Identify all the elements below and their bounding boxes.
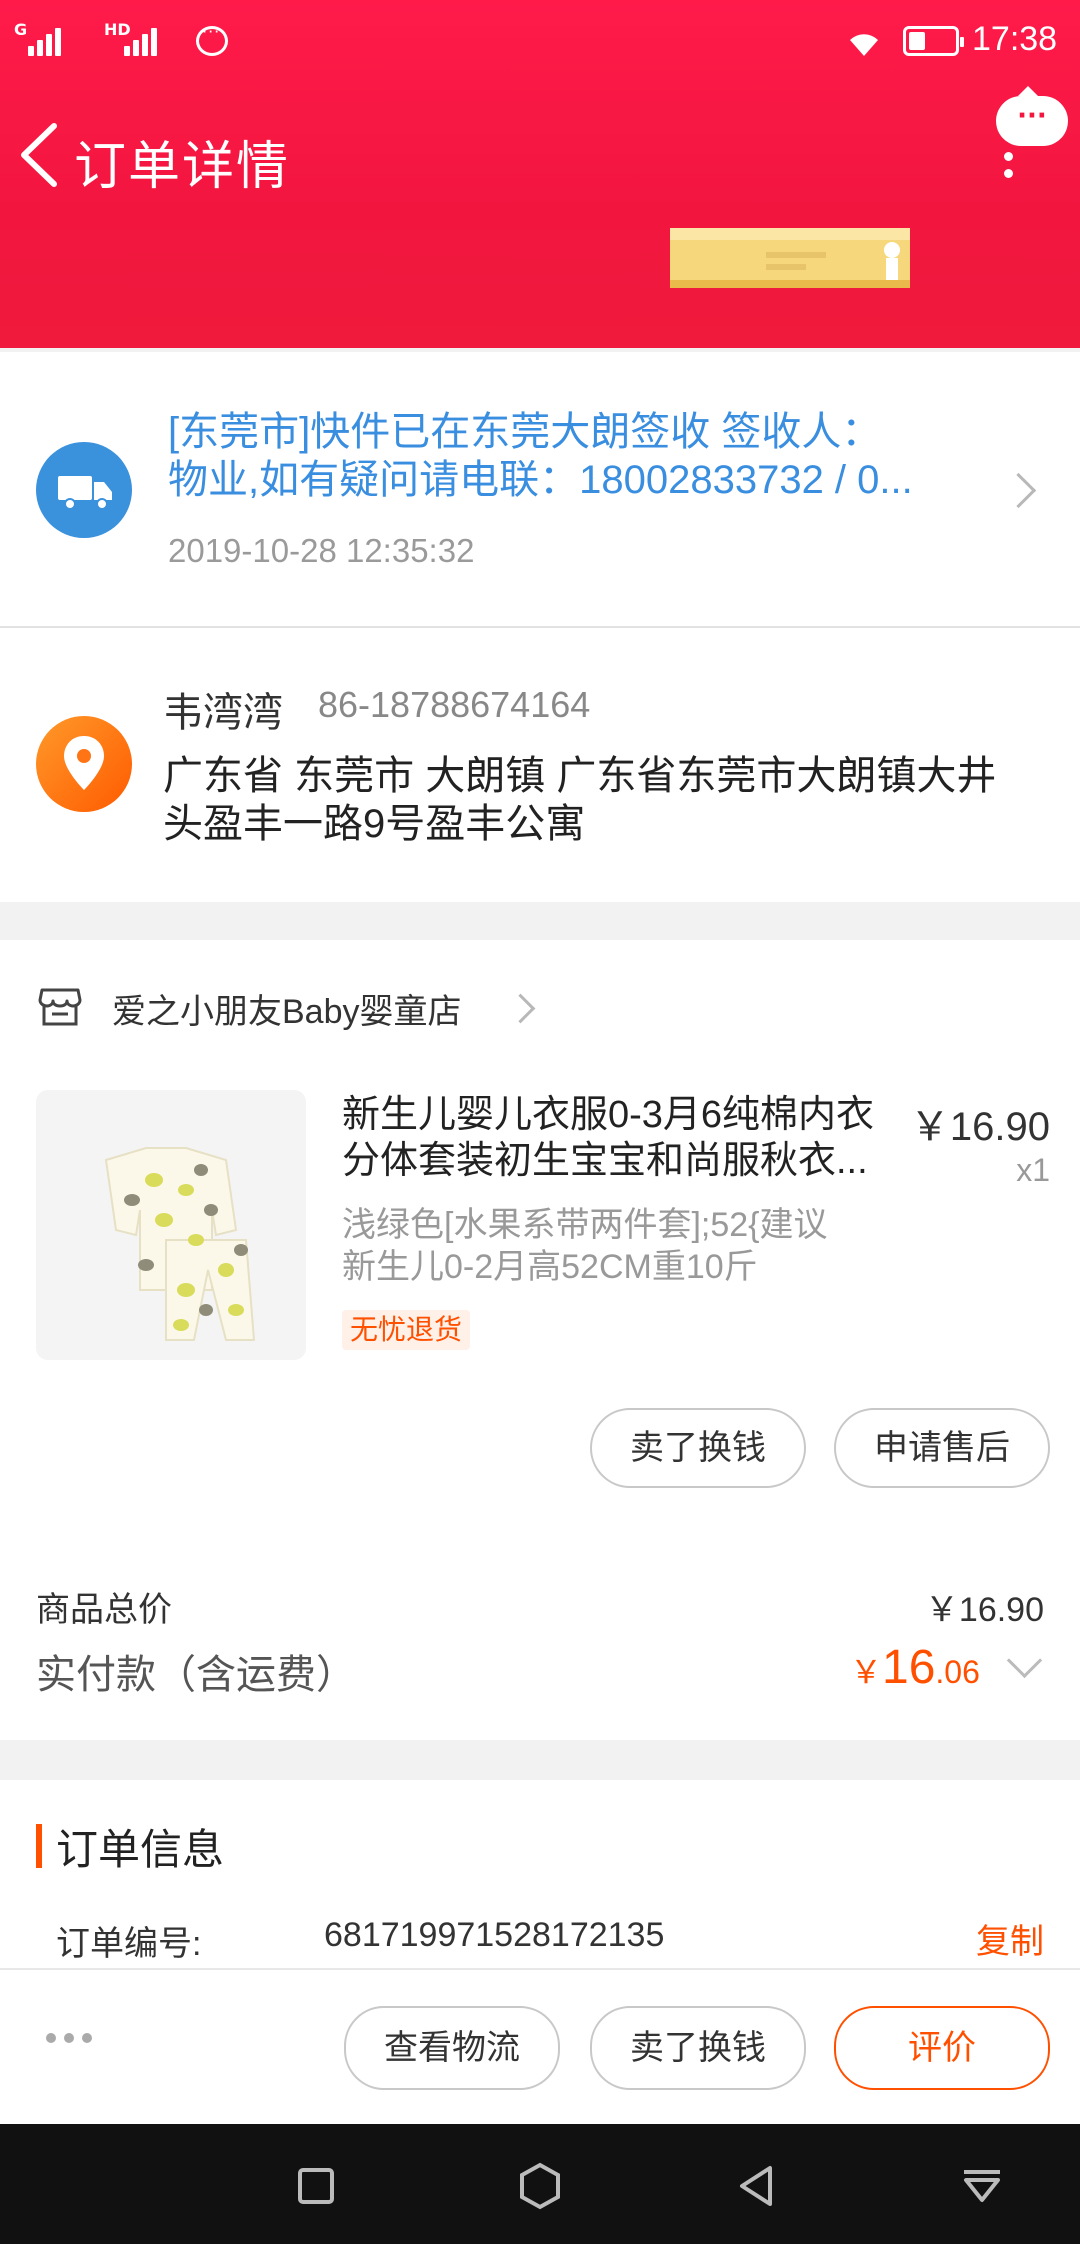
network-type-label-hd: HD [104,20,131,39]
sell-button[interactable]: 卖了换钱 [590,1408,806,1488]
logistics-message: [东莞市]快件已在东莞大朗签收 签收人： 物业,如有疑问请电联：18002833… [168,408,968,504]
message-icon [196,22,228,56]
paid-integer: 16 [882,1641,936,1694]
notification-pull-icon[interactable] [960,2166,1004,2206]
paid-currency: ￥ [850,1654,883,1690]
signal-icon: G [14,20,66,56]
page-title: 订单详情 [74,138,291,196]
chevron-right-icon [505,993,536,1024]
header: G HD 17:38 订单详情 ··· [0,0,1080,348]
product-title[interactable]: 新生儿婴儿衣服0-3月6纯棉内衣 分体套装初生宝宝和尚服秋衣... [342,1092,902,1184]
product-title-line-2: 分体套装初生宝宝和尚服秋衣... [342,1140,868,1182]
order-number-label: 订单编号: [56,1925,202,1963]
review-button[interactable]: 评价 [834,2006,1050,2090]
return-guarantee-badge: 无忧退货 [342,1310,471,1350]
more-menu-icon[interactable] [1000,152,1016,188]
sell-button-bottom[interactable]: 卖了换钱 [590,2006,806,2090]
total-label: 商品总价 [36,1591,172,1629]
chevron-right-icon [1000,472,1037,509]
order-info-card: 订单信息 订单编号: 681719971528172135 复制 [0,1780,1080,1980]
truck-icon [36,442,132,538]
action-bar: 查看物流 卖了换钱 评价 [0,1968,1080,2124]
status-bar: G HD 17:38 [0,0,1080,84]
system-nav-bar [0,2124,1080,2244]
total-value: ￥16.90 [924,1591,1044,1629]
recipient-phone: 86-18788674164 [318,684,591,725]
recipient-name: 韦湾湾 [163,691,283,735]
status-time: 17:38 [972,20,1058,58]
recipient-address: 广东省 东莞市 大朗镇 广东省东莞市大朗镇大井 头盈丰一路9号盈丰公寓 [163,752,1043,848]
bubble-dots: ··· [1017,101,1047,131]
after-sale-button[interactable]: 申请售后 [834,1408,1050,1488]
copy-button[interactable]: 复制 [976,1914,1044,1963]
signal-hd-icon: HD [104,20,176,56]
paid-label: 实付款（含运费） [36,1653,356,1697]
logistics-line-2: 物业,如有疑问请电联：18002833732 / 0... [168,458,913,502]
order-card: 爱之小朋友Baby婴童店 新生儿婴儿衣服0-3月6纯棉内衣 分体套装初生宝宝和尚… [0,940,1080,1740]
product-price: ￥16.90 [909,1105,1050,1149]
address-card: 韦湾湾 86-18788674164 广东省 东莞市 大朗镇 广东省东莞市大朗镇… [0,628,1080,902]
paid-decimal: .06 [935,1654,980,1690]
back-nav-icon[interactable] [736,2164,776,2208]
location-pin-icon [36,716,132,812]
paid-amount: ￥16.06 [850,1640,980,1695]
wifi-icon [850,34,878,56]
recent-apps-icon[interactable] [296,2166,336,2206]
store-icon [38,988,82,1026]
logistics-card[interactable]: [东莞市]快件已在东莞大朗签收 签收人： 物业,如有疑问请电联：18002833… [0,352,1080,626]
product-image[interactable] [36,1090,306,1360]
network-type-label: G [14,20,28,39]
message-bubble-button[interactable]: ··· [996,86,1068,146]
chevron-down-icon[interactable] [1006,1642,1043,1679]
product-spec: 浅绿色[水果系带两件套];52{建议 新生儿0-2月高52CM重10斤 [342,1204,902,1288]
package-illustration [670,228,910,288]
order-info-title: 订单信息 [56,1826,225,1873]
spec-line-1: 浅绿色[水果系带两件套];52{建议 [342,1206,828,1244]
product-quantity: x1 [1016,1152,1050,1188]
spec-line-2: 新生儿0-2月高52CM重10斤 [342,1248,758,1286]
logistics-line-1: [东莞市]快件已在东莞大朗签收 签收人： [168,410,882,454]
section-accent-bar [36,1824,42,1868]
store-name[interactable]: 爱之小朋友Baby婴童店 [112,984,462,1033]
more-actions-icon[interactable] [46,2028,106,2044]
view-logistics-button[interactable]: 查看物流 [344,2006,560,2090]
address-line-1: 广东省 东莞市 大朗镇 广东省东莞市大朗镇大井 [163,754,997,798]
order-number-value: 681719971528172135 [324,1916,665,1954]
product-title-line-1: 新生儿婴儿衣服0-3月6纯棉内衣 [342,1094,875,1136]
address-line-2: 头盈丰一路9号盈丰公寓 [163,802,586,846]
home-icon[interactable] [518,2162,562,2210]
logistics-time: 2019-10-28 12:35:32 [168,532,475,569]
back-arrow-icon[interactable] [18,122,62,188]
battery-icon [903,26,964,56]
